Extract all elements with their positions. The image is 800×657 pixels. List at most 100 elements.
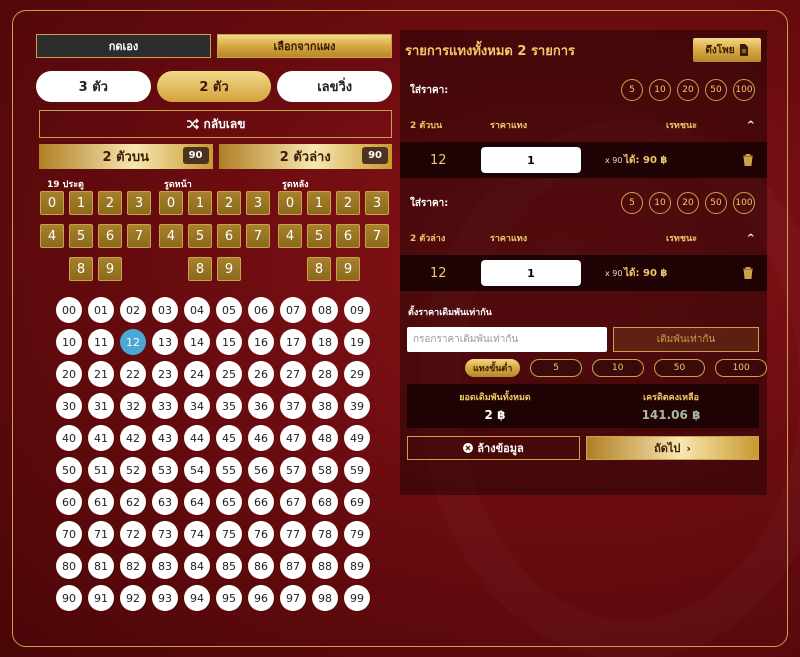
digit-doors-4[interactable]: 4 (40, 224, 64, 248)
number-59[interactable]: 59 (344, 457, 370, 483)
number-38[interactable]: 38 (312, 393, 338, 419)
next-button[interactable]: ถัดไป › (586, 436, 759, 460)
number-65[interactable]: 65 (216, 489, 242, 515)
number-85[interactable]: 85 (216, 553, 242, 579)
number-29[interactable]: 29 (344, 361, 370, 387)
number-60[interactable]: 60 (56, 489, 82, 515)
digit-front-9[interactable]: 9 (217, 257, 241, 281)
number-33[interactable]: 33 (152, 393, 178, 419)
category-bottom[interactable]: 2 ตัวล่าง 90 (218, 144, 392, 169)
digit-front-7[interactable]: 7 (246, 224, 270, 248)
number-57[interactable]: 57 (280, 457, 306, 483)
number-58[interactable]: 58 (312, 457, 338, 483)
mode-3digit[interactable]: 3 ตัว (36, 71, 151, 102)
number-07[interactable]: 07 (280, 297, 306, 323)
default-price-input[interactable]: กรอกราคาเดิมพันเท่ากัน (407, 327, 607, 352)
mode-running[interactable]: เลขวิ่ง (277, 71, 393, 102)
trash-icon[interactable] (743, 267, 753, 279)
number-27[interactable]: 27 (280, 361, 306, 387)
number-94[interactable]: 94 (184, 585, 210, 611)
number-09[interactable]: 09 (344, 297, 370, 323)
number-89[interactable]: 89 (344, 553, 370, 579)
number-23[interactable]: 23 (152, 361, 178, 387)
digit-back-8[interactable]: 8 (307, 257, 331, 281)
number-30[interactable]: 30 (56, 393, 82, 419)
number-53[interactable]: 53 (152, 457, 178, 483)
digit-doors-1[interactable]: 1 (69, 191, 93, 215)
trash-icon[interactable] (743, 154, 753, 166)
chip-5[interactable]: 5 (621, 79, 643, 101)
digit-front-5[interactable]: 5 (188, 224, 212, 248)
number-71[interactable]: 71 (88, 521, 114, 547)
digit-front-8[interactable]: 8 (188, 257, 212, 281)
digit-back-5[interactable]: 5 (307, 224, 331, 248)
number-24[interactable]: 24 (184, 361, 210, 387)
number-55[interactable]: 55 (216, 457, 242, 483)
number-95[interactable]: 95 (216, 585, 242, 611)
number-77[interactable]: 77 (280, 521, 306, 547)
bet-amount-input[interactable]: 1 (481, 260, 581, 286)
number-08[interactable]: 08 (312, 297, 338, 323)
apply-default-button[interactable]: เดิมพันเท่ากัน (613, 327, 759, 352)
digit-back-4[interactable]: 4 (278, 224, 302, 248)
number-68[interactable]: 68 (312, 489, 338, 515)
digit-doors-7[interactable]: 7 (127, 224, 151, 248)
number-76[interactable]: 76 (248, 521, 274, 547)
min-chip-10[interactable]: 10 (591, 359, 644, 377)
number-41[interactable]: 41 (88, 425, 114, 451)
chip-10[interactable]: 10 (649, 192, 671, 214)
digit-doors-5[interactable]: 5 (69, 224, 93, 248)
digit-front-3[interactable]: 3 (246, 191, 270, 215)
chip-50[interactable]: 50 (705, 79, 727, 101)
number-45[interactable]: 45 (216, 425, 242, 451)
number-84[interactable]: 84 (184, 553, 210, 579)
digit-back-3[interactable]: 3 (365, 191, 389, 215)
min-chip-5[interactable]: 5 (530, 359, 582, 377)
digit-front-6[interactable]: 6 (217, 224, 241, 248)
chip-10[interactable]: 10 (649, 79, 671, 101)
pull-slip-button[interactable]: ดึงโพย (693, 38, 761, 62)
digit-doors-8[interactable]: 8 (69, 257, 93, 281)
digit-doors-3[interactable]: 3 (127, 191, 151, 215)
number-54[interactable]: 54 (184, 457, 210, 483)
number-96[interactable]: 96 (248, 585, 274, 611)
number-70[interactable]: 70 (56, 521, 82, 547)
number-32[interactable]: 32 (120, 393, 146, 419)
number-10[interactable]: 10 (56, 329, 82, 355)
number-80[interactable]: 80 (56, 553, 82, 579)
number-19[interactable]: 19 (344, 329, 370, 355)
chip-50[interactable]: 50 (705, 192, 727, 214)
number-93[interactable]: 93 (152, 585, 178, 611)
number-20[interactable]: 20 (56, 361, 82, 387)
digit-back-2[interactable]: 2 (336, 191, 360, 215)
number-61[interactable]: 61 (88, 489, 114, 515)
number-87[interactable]: 87 (280, 553, 306, 579)
number-67[interactable]: 67 (280, 489, 306, 515)
number-02[interactable]: 02 (120, 297, 146, 323)
digit-front-4[interactable]: 4 (159, 224, 183, 248)
number-17[interactable]: 17 (280, 329, 306, 355)
number-98[interactable]: 98 (312, 585, 338, 611)
digit-doors-2[interactable]: 2 (98, 191, 122, 215)
number-92[interactable]: 92 (120, 585, 146, 611)
number-91[interactable]: 91 (88, 585, 114, 611)
number-72[interactable]: 72 (120, 521, 146, 547)
digit-back-7[interactable]: 7 (365, 224, 389, 248)
number-43[interactable]: 43 (152, 425, 178, 451)
chevron-up-icon[interactable]: ^ (747, 233, 755, 244)
number-37[interactable]: 37 (280, 393, 306, 419)
number-73[interactable]: 73 (152, 521, 178, 547)
number-81[interactable]: 81 (88, 553, 114, 579)
tab-panel[interactable]: เลือกจากแผง (217, 34, 392, 58)
chip-100[interactable]: 100 (733, 79, 755, 101)
chip-100[interactable]: 100 (733, 192, 755, 214)
number-74[interactable]: 74 (184, 521, 210, 547)
number-44[interactable]: 44 (184, 425, 210, 451)
number-63[interactable]: 63 (152, 489, 178, 515)
number-51[interactable]: 51 (88, 457, 114, 483)
number-79[interactable]: 79 (344, 521, 370, 547)
number-01[interactable]: 01 (88, 297, 114, 323)
number-62[interactable]: 62 (120, 489, 146, 515)
number-11[interactable]: 11 (88, 329, 114, 355)
number-86[interactable]: 86 (248, 553, 274, 579)
